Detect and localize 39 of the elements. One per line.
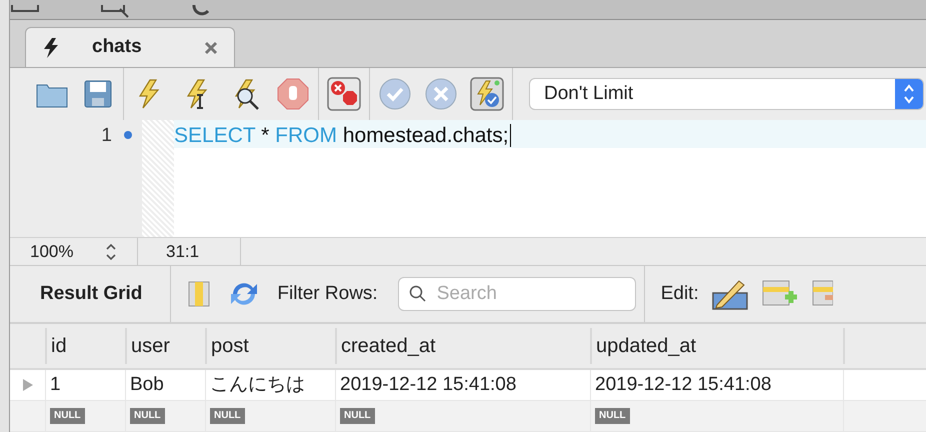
search-icon [408,285,427,303]
column-header[interactable]: id [45,328,125,364]
line-number: 1 [101,124,112,148]
autocommit-icon[interactable] [470,77,504,111]
null-badge: NULL [50,408,85,424]
column-header[interactable]: created_at [335,328,590,364]
table-cell-text: 2019-12-12 15:41:08 [340,372,516,397]
stepper-icon [902,83,916,105]
table-cell-text: 1 [50,372,61,397]
query-tab[interactable]: chats [25,27,235,67]
table-cell-text: こんにちは [210,372,305,397]
result-grid-label[interactable]: Result Grid [10,280,162,308]
null-badge: NULL [595,408,630,424]
filter-rows-label: Filter Rows: [277,282,378,306]
zoom-level[interactable]: 100% [30,238,74,264]
cursor-position: 31:1 [166,240,200,263]
column-header[interactable]: updated_at [590,328,843,364]
limit-select[interactable]: Don't Limit [529,78,924,110]
table-cell-text: 2019-12-12 15:41:08 [595,372,772,397]
lightning-icon [42,38,60,58]
column-header[interactable]: post [205,328,335,364]
rollback-icon[interactable] [424,77,458,111]
commit-icon[interactable] [378,77,412,111]
table-row[interactable]: NULL NULL NULL NULL NULL [10,401,926,432]
search-field[interactable]: Search [398,277,636,311]
code-line: SELECT * FROM homestead.chats; [174,124,511,147]
close-icon[interactable] [204,40,218,54]
null-badge: NULL [210,408,245,424]
column-header[interactable]: user [125,328,205,364]
table-row[interactable]: 1 Bob こんにちは 2019-12-12 15:41:08 2019-12-12 15:41:08 [10,370,926,401]
edit-label: Edit: [660,282,699,306]
columns-icon[interactable] [187,280,212,308]
stop-on-error-icon[interactable] [327,77,361,111]
table-cell-text: Bob [130,372,164,397]
null-badge: NULL [340,408,375,424]
stop-icon[interactable] [276,77,310,111]
current-row-icon [22,378,34,392]
stepper-icon[interactable] [105,242,117,262]
null-badge: NULL [130,408,165,424]
